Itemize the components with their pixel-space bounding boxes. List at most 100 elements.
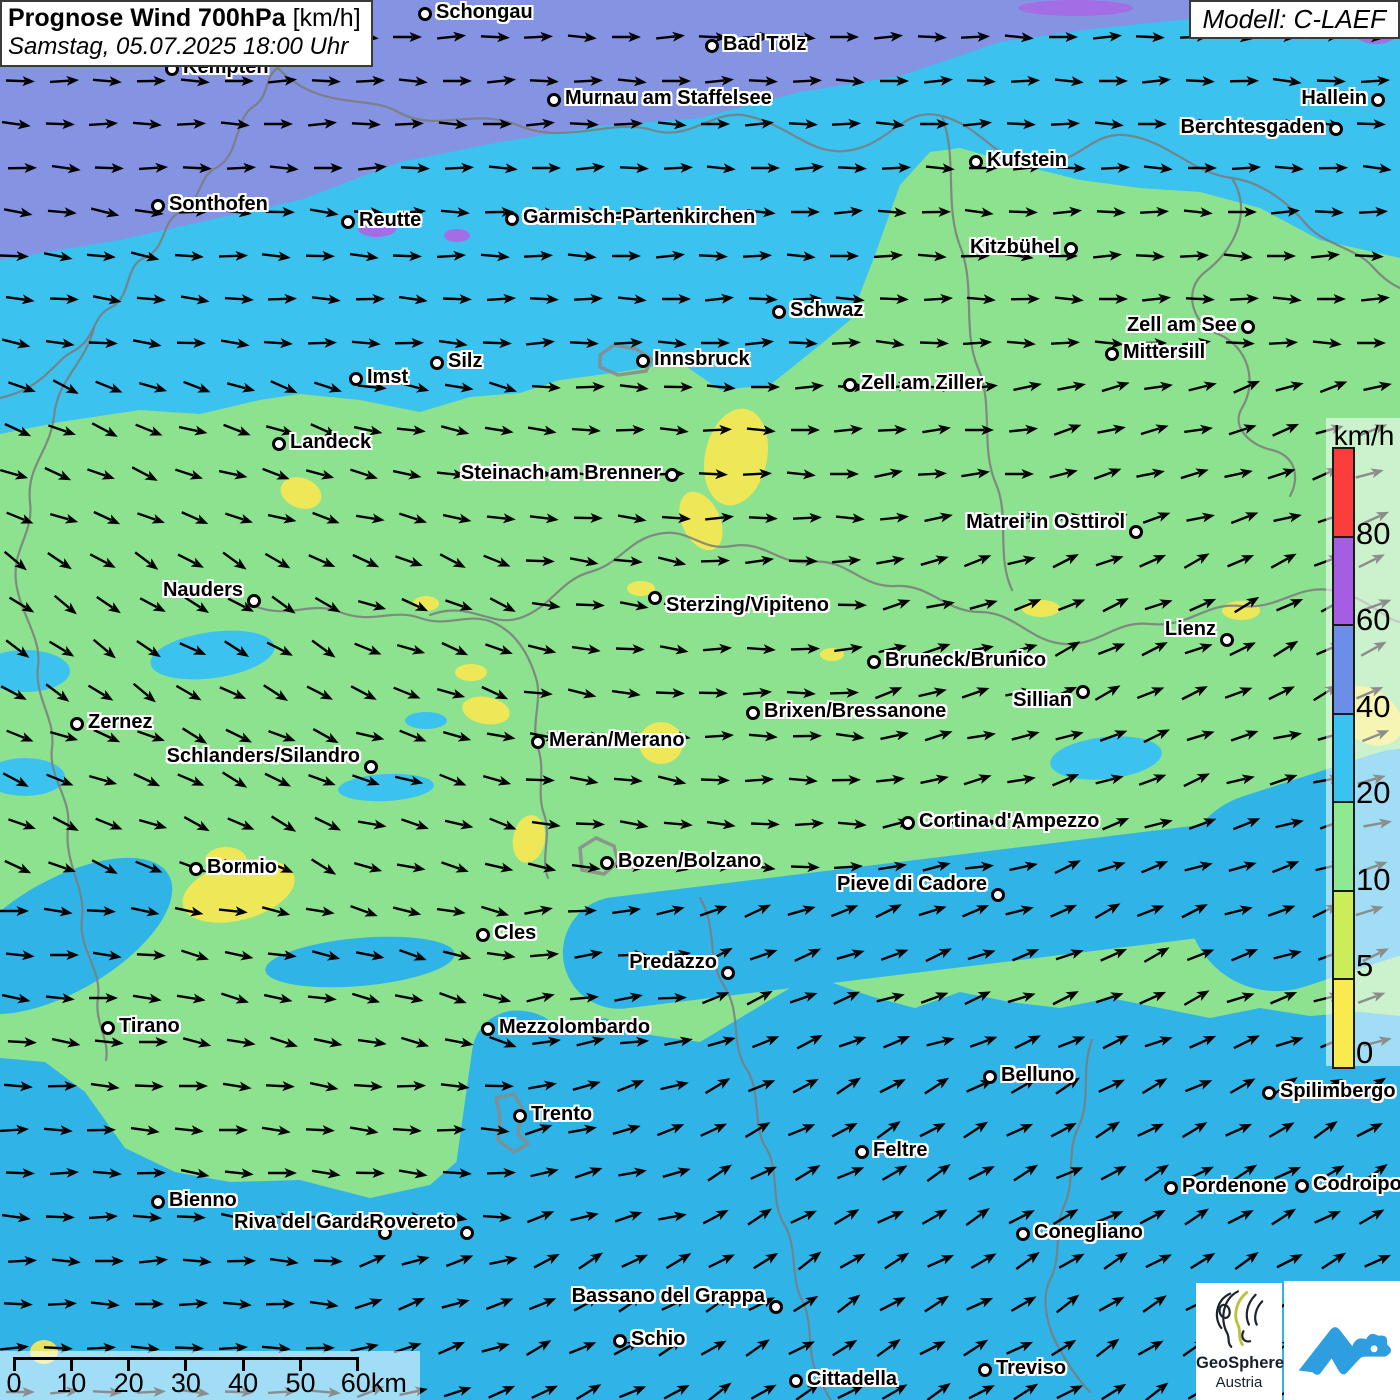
city-marker (349, 372, 363, 386)
city-label: Steinach am Brenner (461, 462, 661, 485)
city-label: Schongau (436, 1, 533, 24)
city-marker (151, 1195, 165, 1209)
city-label: Meran/Merano (549, 729, 685, 752)
city-marker (505, 212, 519, 226)
city-label: Spilimbergo (1280, 1080, 1396, 1103)
city-marker (547, 93, 561, 107)
city-marker (531, 735, 545, 749)
weather-map-screenshot: SchongauBad TölzKemptenMurnau am Staffel… (0, 0, 1400, 1400)
city-marker (1371, 93, 1385, 107)
city-label: Predazzo (629, 951, 717, 974)
city-marker (789, 1374, 803, 1388)
city-label: Reutte (359, 209, 421, 232)
city-label: Silz (448, 350, 482, 373)
city-label: Feltre (873, 1139, 927, 1162)
city-marker (476, 928, 490, 942)
partner-logo (1284, 1281, 1400, 1400)
city-marker (1329, 122, 1343, 136)
city-label: Schlanders/Silandro (167, 745, 360, 768)
legend-tick-label: 80 (1356, 518, 1390, 549)
city-label: Sonthofen (169, 193, 268, 216)
city-marker (648, 591, 662, 605)
forecast-datetime: Samstag, 05.07.2025 18:00 Uhr (8, 33, 361, 61)
city-label: Matrei in Osttirol (966, 511, 1125, 534)
city-marker (1241, 320, 1255, 334)
city-marker (769, 1300, 783, 1314)
city-label: Imst (367, 366, 408, 389)
city-label: Garmisch-Partenkirchen (523, 206, 755, 229)
city-label: Hallein (1301, 87, 1367, 110)
city-marker (991, 888, 1005, 902)
city-marker (418, 7, 432, 21)
city-marker (460, 1226, 474, 1240)
city-label: Mittersill (1123, 341, 1205, 364)
city-label: Murnau am Staffelsee (565, 87, 772, 110)
city-marker (665, 468, 679, 482)
legend-segment (1334, 536, 1353, 625)
model-label: Modell: C-LAEF (1189, 0, 1400, 39)
legend-tick-label: 20 (1356, 777, 1390, 808)
city-label-layer: SchongauBad TölzKemptenMurnau am Staffel… (0, 0, 1400, 1400)
city-marker (746, 706, 760, 720)
city-label: Belluno (1001, 1064, 1074, 1087)
legend-tick-label: 5 (1356, 950, 1373, 981)
city-label: Nauders (163, 579, 243, 602)
city-label: Kitzbühel (970, 236, 1060, 259)
legend-tick-label: 0 (1356, 1037, 1373, 1068)
city-marker (983, 1070, 997, 1084)
geosphere-contour-icon (1204, 1287, 1274, 1349)
city-marker (341, 215, 355, 229)
city-marker (101, 1021, 115, 1035)
city-label: Cittadella (807, 1368, 897, 1391)
legend-color-bar (1332, 447, 1355, 1069)
city-marker (1064, 242, 1078, 256)
city-label: Cortina d'Ampezzo (919, 810, 1099, 833)
geosphere-logo: GeoSphere Austria (1196, 1283, 1282, 1400)
city-marker (636, 354, 650, 368)
city-marker (1262, 1086, 1276, 1100)
city-marker (1016, 1227, 1030, 1241)
title-unit: [km/h] (286, 4, 361, 32)
city-label: Rovereto (369, 1211, 456, 1234)
city-label: Riva del Garda (234, 1211, 374, 1234)
city-marker (705, 39, 719, 53)
city-label: Bruneck/Brunico (885, 649, 1046, 672)
city-marker (721, 966, 735, 980)
geosphere-logo-subtext: Austria (1196, 1374, 1282, 1391)
legend-segment (1334, 801, 1353, 890)
city-marker (901, 816, 915, 830)
city-label: Pieve di Cadore (837, 873, 987, 896)
city-label: Zell am See (1127, 314, 1237, 337)
city-label: Schwaz (790, 299, 863, 322)
city-label: Treviso (996, 1357, 1066, 1380)
city-marker (151, 199, 165, 213)
city-label: Sillian (1013, 689, 1072, 712)
city-label: Cles (494, 922, 536, 945)
city-marker (867, 655, 881, 669)
city-marker (978, 1363, 992, 1377)
city-label: Bozen/Bolzano (618, 850, 761, 873)
city-marker (1220, 633, 1234, 647)
city-marker (272, 437, 286, 451)
legend-segment (1334, 713, 1353, 802)
city-label: Lienz (1165, 618, 1216, 641)
city-marker (481, 1022, 495, 1036)
legend-segment (1334, 624, 1353, 713)
city-label: Zell am Ziller (861, 372, 983, 395)
title-box: Prognose Wind 700hPa [km/h] Samstag, 05.… (0, 0, 373, 67)
city-marker (189, 862, 203, 876)
legend-tick-label: 40 (1356, 691, 1390, 722)
city-label: Pordenone (1182, 1175, 1286, 1198)
city-marker (855, 1145, 869, 1159)
legend-segment (1334, 978, 1353, 1067)
city-marker (1164, 1181, 1178, 1195)
city-marker (1295, 1179, 1309, 1193)
city-marker (613, 1334, 627, 1348)
city-label: Kufstein (987, 149, 1067, 172)
page-title: Prognose Wind 700hPa [km/h] (8, 4, 361, 33)
city-marker (772, 305, 786, 319)
city-label: Bassano del Grappa (572, 1285, 765, 1308)
city-label: Trento (531, 1103, 592, 1126)
city-label: Innsbruck (654, 348, 750, 371)
legend-tick-label: 10 (1356, 864, 1390, 895)
